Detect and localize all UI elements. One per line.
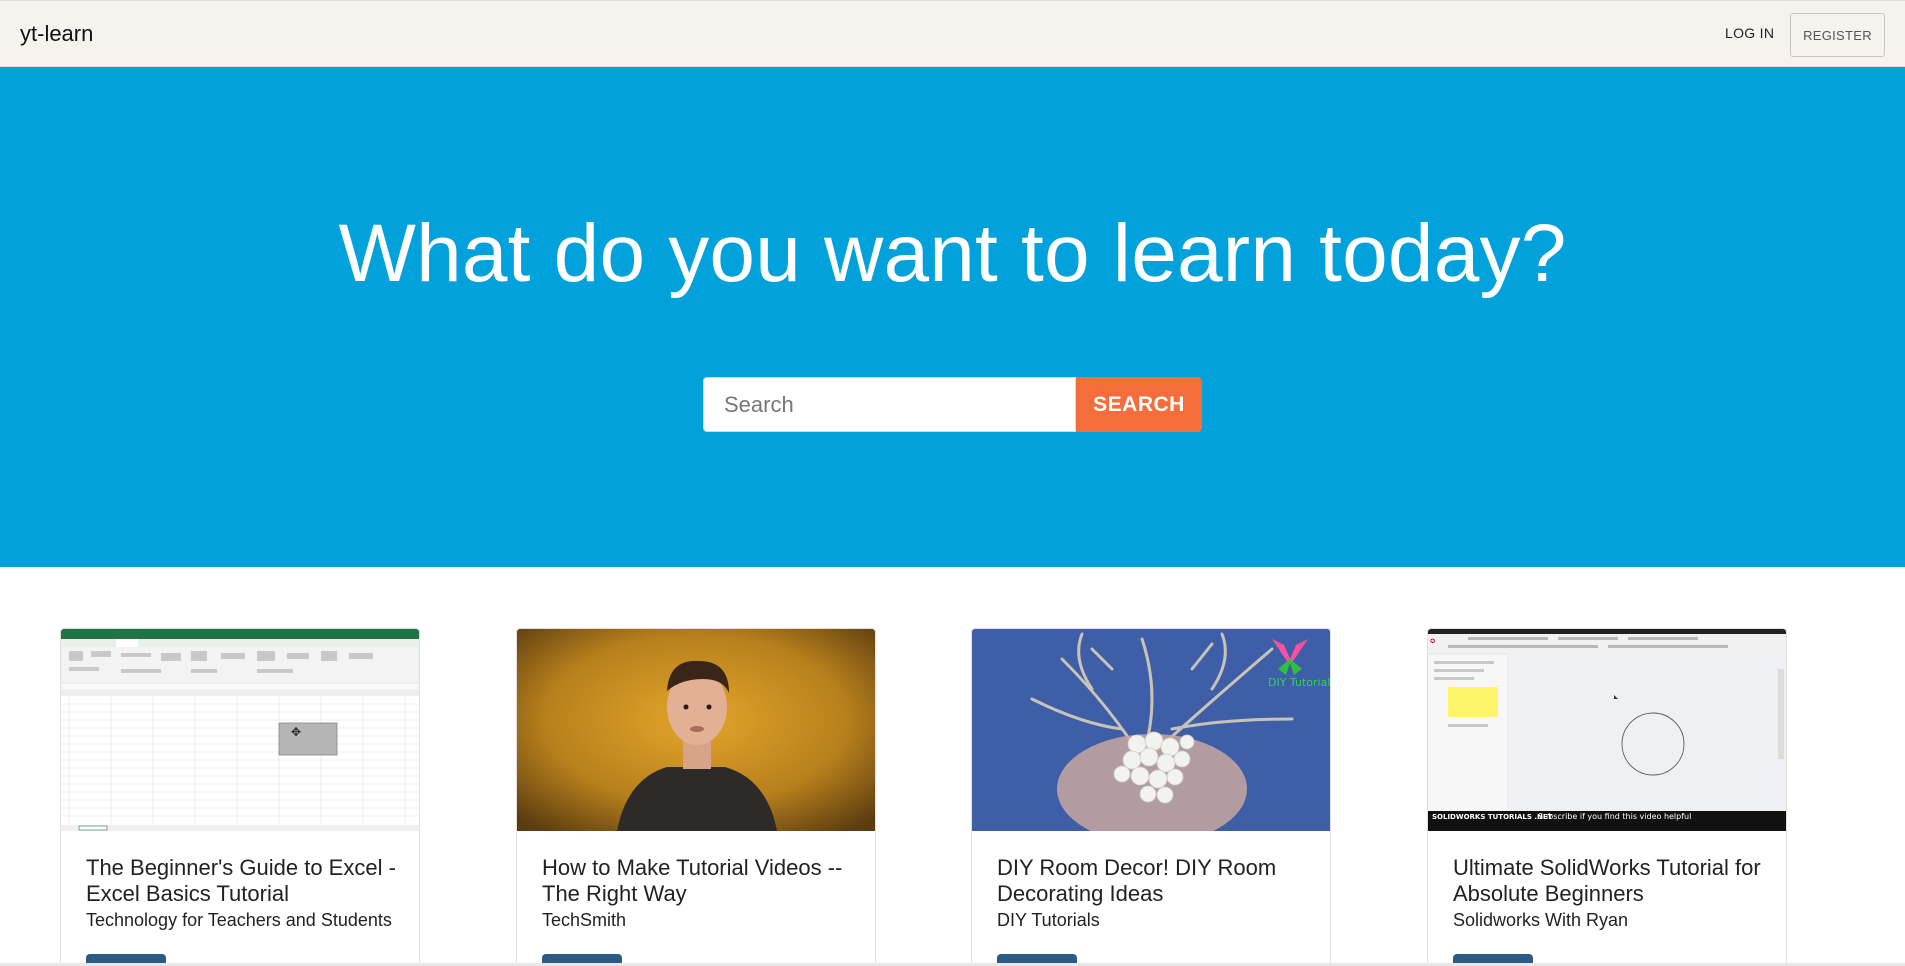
register-button[interactable]: REGISTER <box>1790 13 1885 57</box>
video-channel: DIY Tutorials <box>997 910 1100 930</box>
cad-thumbnail[interactable]: ✪ SOLIDWORKS TUTORIALS .NET Subscribe if… <box>1428 629 1786 831</box>
cad-caption-text: Subscribe if you find this video helpful <box>1538 812 1691 821</box>
channel-watermark: DIY Tutorials <box>1268 676 1330 689</box>
svg-text:✥: ✥ <box>291 725 301 739</box>
video-title[interactable]: How to Make Tutorial Videos -- The Right… <box>542 855 857 907</box>
top-navbar: yt-learn LOG IN REGISTER <box>0 0 1905 67</box>
excel-spreadsheet-thumbnail[interactable]: ✥ <box>61 629 419 831</box>
video-channel: TechSmith <box>542 910 627 930</box>
search-input[interactable] <box>703 377 1076 432</box>
svg-text:✪: ✪ <box>1430 638 1435 645</box>
video-channel: Technology for Teachers and Students <box>86 910 392 930</box>
hero-banner: What do you want to learn today? SEARCH <box>0 67 1905 567</box>
video-card[interactable]: How to Make Tutorial Videos -- The Right… <box>516 628 876 966</box>
video-card-grid: ✥ The Beginner's Guide to Excel - Excel … <box>0 628 1905 966</box>
login-link[interactable]: LOG IN <box>1715 21 1784 49</box>
video-card[interactable]: ✥ The Beginner's Guide to Excel - Excel … <box>60 628 420 966</box>
search-button[interactable]: SEARCH <box>1076 377 1202 432</box>
brand-logo[interactable]: yt-learn <box>20 21 93 47</box>
video-title[interactable]: Ultimate SolidWorks Tutorial for Absolut… <box>1453 855 1768 907</box>
hero-title: What do you want to learn today? <box>338 208 1567 299</box>
cad-brand-text: SOLIDWORKS TUTORIALS .NET <box>1432 813 1553 821</box>
presenter-thumbnail[interactable] <box>517 629 875 831</box>
craft-thumbnail[interactable]: DIY Tutorials <box>972 629 1330 831</box>
video-card[interactable]: DIY Tutorials DIY Room Decor! DIY Room D… <box>971 628 1331 966</box>
video-channel: Solidworks With Ryan <box>1453 910 1629 930</box>
video-card[interactable]: ✪ SOLIDWORKS TUTORIALS .NET Subscribe if… <box>1427 628 1787 966</box>
video-title[interactable]: The Beginner's Guide to Excel - Excel Ba… <box>86 855 401 907</box>
video-title[interactable]: DIY Room Decor! DIY Room Decorating Idea… <box>997 855 1312 907</box>
